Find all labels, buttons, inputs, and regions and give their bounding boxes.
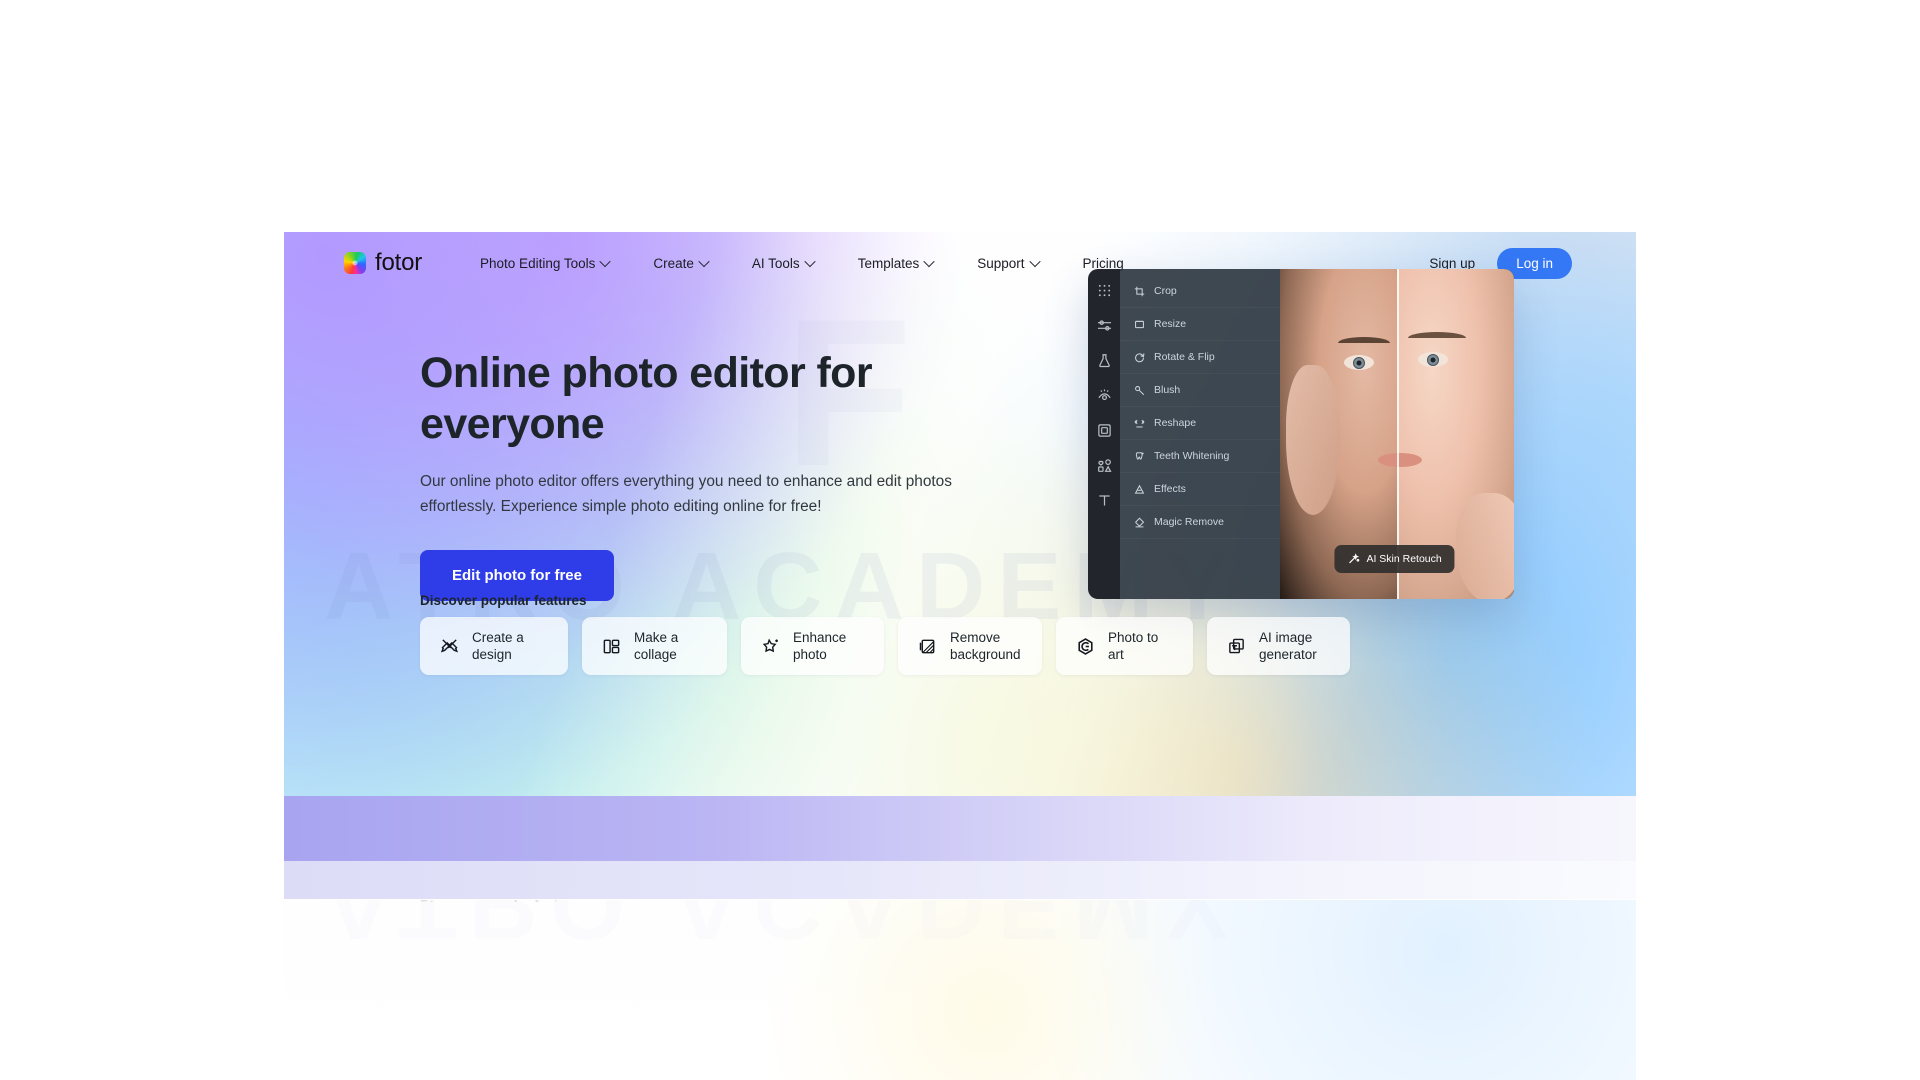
chevron-down-icon (923, 255, 935, 268)
editor-tool-rail (1088, 269, 1120, 599)
feature-card-label: Photo to art (1108, 629, 1159, 662)
editor-tool-rotate-flip[interactable]: Rotate & Flip (1120, 341, 1280, 374)
lips (1378, 453, 1422, 467)
page-reflection: ATRO ACADEMY Discover popular features C… (284, 900, 1636, 1080)
feature-card-label: Remove background (950, 629, 1021, 662)
feature-card-label: Create a design (472, 629, 524, 662)
nav-item-ai-tools[interactable]: AI Tools (730, 256, 836, 271)
feature-cards: Create a design Make a collage Enhance p… (420, 617, 1350, 675)
fotor-color-wheel-icon (344, 252, 366, 274)
lower-gradient-band-primary (284, 796, 1636, 861)
crop-icon (1134, 286, 1145, 296)
feature-card-label: AI image generator (1259, 629, 1317, 662)
reflection-watermark: ATRO ACADEMY (324, 900, 1242, 959)
nav-label: Create (653, 255, 694, 271)
editor-tool-label: Magic Remove (1154, 516, 1225, 528)
editor-tool-label: Effects (1154, 483, 1186, 495)
hand-lower (1456, 493, 1514, 599)
shapes-icon[interactable] (1097, 458, 1112, 473)
website-viewport: ATRO ACADEMY F fotor Photo Editing Tools… (284, 232, 1636, 796)
editor-preview-mockup: Crop Resize Rotate & Flip Blush Reshape (1088, 269, 1514, 599)
editor-tool-list: Crop Resize Rotate & Flip Blush Reshape (1120, 269, 1280, 599)
chevron-down-icon (599, 255, 612, 268)
eyebrow-right (1408, 332, 1466, 338)
eye-left (1344, 355, 1374, 370)
features-section-label: Discover popular features (420, 593, 587, 608)
nav-item-photo-editing-tools[interactable]: Photo Editing Tools (458, 256, 631, 271)
page-title: Online photo editor for everyone (420, 349, 873, 448)
frame-icon[interactable] (1097, 423, 1112, 438)
editor-tool-reshape[interactable]: Reshape (1120, 407, 1280, 440)
editor-tool-blush[interactable]: Blush (1120, 374, 1280, 407)
hero-copy: Online photo editor for everyone Our onl… (420, 348, 980, 602)
feature-card-label: Enhance photo (793, 629, 847, 662)
flask-icon[interactable] (1097, 353, 1112, 368)
screenshot-root: ATRO ACADEMY F fotor Photo Editing Tools… (0, 0, 1920, 1080)
reflection-features-label: Discover popular features (420, 900, 587, 904)
feature-card-photo-to-art[interactable]: Photo to art (1056, 617, 1193, 675)
feature-card-ai-image-generator[interactable]: AI image generator (1207, 617, 1350, 675)
magic-wand-icon (1349, 553, 1360, 564)
brand-name: fotor (375, 249, 423, 276)
eye-retouch-icon[interactable] (1097, 388, 1112, 403)
magic-remove-icon (1135, 517, 1145, 527)
pupil-right (1430, 357, 1436, 362)
feature-card-make-a-collage[interactable]: Make a collage (582, 617, 727, 675)
editor-tool-label: Blush (1154, 384, 1181, 396)
feature-card-label: Make a collage (634, 629, 679, 662)
chevron-down-icon (804, 255, 816, 268)
nav-item-create[interactable]: Create (631, 256, 730, 271)
nav-label: Templates (857, 255, 920, 271)
eyebrow-left (1338, 337, 1390, 343)
ai-skin-retouch-tooltip: AI Skin Retouch (1334, 545, 1455, 573)
reshape-icon (1134, 419, 1145, 427)
chevron-down-icon (1028, 255, 1041, 268)
sliders-icon[interactable] (1097, 318, 1112, 333)
chevron-down-icon (698, 255, 710, 268)
text-icon[interactable] (1097, 493, 1112, 508)
tooth-icon (1135, 451, 1144, 460)
editor-tool-crop[interactable]: Crop (1120, 275, 1280, 308)
editor-tool-teeth-whitening[interactable]: Teeth Whitening (1120, 440, 1280, 473)
editor-tool-resize[interactable]: Resize (1120, 308, 1280, 341)
eye-right (1418, 352, 1448, 367)
brand-logo[interactable]: fotor (344, 249, 422, 277)
rotate-icon (1135, 352, 1145, 362)
nav-label: AI Tools (751, 255, 800, 271)
nav-item-support[interactable]: Support (955, 256, 1060, 271)
remove-background-icon (919, 639, 935, 653)
nav-label: Photo Editing Tools (480, 255, 596, 271)
design-pen-icon (440, 638, 459, 652)
hero-subtitle: Our online photo editor offers everythin… (420, 473, 952, 516)
editor-tool-label: Resize (1154, 318, 1187, 330)
editor-tool-magic-remove[interactable]: Magic Remove (1120, 506, 1280, 539)
collage-grid-icon (603, 639, 620, 653)
lower-gradient-band-secondary (284, 861, 1636, 899)
resize-icon (1135, 320, 1144, 328)
pupil-left (1356, 360, 1362, 365)
blush-icon (1135, 385, 1145, 395)
feature-card-create-a-design[interactable]: Create a design (420, 617, 568, 675)
tooltip-label: AI Skin Retouch (1366, 553, 1442, 565)
editor-tool-label: Rotate & Flip (1154, 351, 1215, 363)
feature-card-enhance-photo[interactable]: Enhance photo (741, 617, 884, 675)
effects-icon (1134, 484, 1145, 494)
nav-links: Photo Editing Tools Create AI Tools Temp… (458, 256, 1146, 271)
photo-to-art-icon (1078, 637, 1093, 655)
before-after-photo: AI Skin Retouch (1280, 269, 1514, 599)
grid-dots-icon[interactable] (1097, 283, 1112, 298)
reflection-content: ATRO ACADEMY Discover popular features C… (284, 900, 1636, 1080)
hand (1286, 365, 1340, 515)
editor-tool-label: Reshape (1154, 417, 1197, 429)
editor-tool-effects[interactable]: Effects (1120, 473, 1280, 506)
editor-tool-label: Teeth Whitening (1154, 450, 1230, 462)
enhance-sparkle-icon (762, 638, 778, 652)
feature-card-remove-background[interactable]: Remove background (898, 617, 1042, 675)
ai-image-generator-icon (1229, 638, 1244, 653)
nav-label: Support (977, 255, 1025, 271)
nav-item-templates[interactable]: Templates (836, 256, 956, 271)
editor-tool-label: Crop (1154, 285, 1177, 297)
